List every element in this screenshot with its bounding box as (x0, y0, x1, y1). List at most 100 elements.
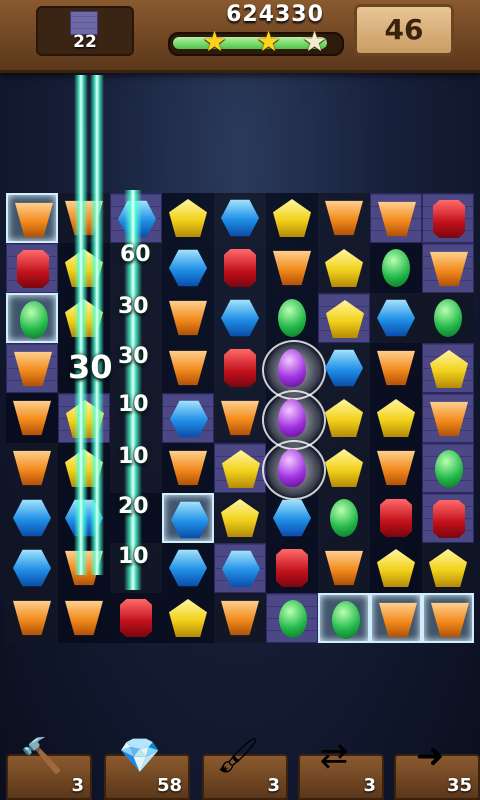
board-cell[interactable] (370, 293, 422, 343)
board-cell[interactable] (370, 243, 422, 293)
board-cell[interactable] (110, 543, 162, 593)
board-cell[interactable] (162, 393, 214, 443)
board-cell[interactable] (162, 493, 214, 543)
board-cell[interactable] (422, 593, 474, 643)
board-cell[interactable] (110, 343, 162, 393)
hammer-booster[interactable]: 🔨 3 (6, 736, 92, 800)
board-cell[interactable] (266, 493, 318, 543)
star-icon: ★ (302, 25, 328, 58)
board-cell[interactable] (266, 193, 318, 243)
board-cell[interactable] (318, 543, 370, 593)
board-cell[interactable] (214, 443, 266, 493)
amber-gem-icon (65, 600, 103, 636)
board-cell[interactable] (422, 293, 474, 343)
sapphire-gem-icon (325, 349, 363, 387)
amber-gem-icon (169, 450, 207, 486)
board-cell[interactable] (162, 293, 214, 343)
board-cell[interactable] (58, 393, 110, 443)
extra-moves-booster[interactable]: ➜ 35 (394, 736, 480, 800)
board-cell[interactable] (266, 593, 318, 643)
board-cell[interactable] (162, 343, 214, 393)
board-cell[interactable] (422, 343, 474, 393)
rainbow-gem-booster[interactable]: 💎 58 (104, 736, 190, 800)
board-cell[interactable] (370, 393, 422, 443)
board-cell[interactable] (214, 493, 266, 543)
board-cell[interactable] (370, 593, 422, 643)
board-cell[interactable] (58, 193, 110, 243)
emerald-gem-icon (434, 299, 462, 337)
board-cell[interactable] (370, 493, 422, 543)
board-cell[interactable] (6, 193, 58, 243)
board-cell[interactable] (6, 593, 58, 643)
board-cell[interactable] (422, 243, 474, 293)
board-cell[interactable] (110, 593, 162, 643)
board-cell[interactable] (6, 393, 58, 443)
board-cell[interactable] (266, 243, 318, 293)
board-cell[interactable] (266, 293, 318, 343)
board-cell[interactable] (370, 193, 422, 243)
board-cell[interactable] (262, 390, 326, 450)
board-cell[interactable] (370, 443, 422, 493)
board-cell[interactable] (318, 293, 370, 343)
amber-gem-icon (325, 200, 363, 236)
board-cell[interactable] (110, 293, 162, 343)
board-cell[interactable] (162, 193, 214, 243)
board-cell[interactable] (6, 293, 58, 343)
board-cell[interactable] (318, 243, 370, 293)
board-cell[interactable] (58, 293, 110, 343)
booster-count: 3 (363, 775, 376, 796)
board-cell[interactable] (110, 443, 162, 493)
board-cell[interactable] (214, 393, 266, 443)
board-cell[interactable] (266, 543, 318, 593)
topaz-gem-icon (326, 300, 364, 338)
board-cell[interactable] (370, 343, 422, 393)
star-icon: ★ (202, 25, 228, 58)
board-cell[interactable] (422, 443, 474, 493)
board-cell[interactable] (58, 443, 110, 493)
board-cell[interactable] (162, 443, 214, 493)
board-cell[interactable] (262, 340, 326, 400)
board-cell[interactable] (214, 293, 266, 343)
board-cell[interactable] (214, 593, 266, 643)
board-cell[interactable] (6, 343, 58, 393)
board-cell[interactable] (214, 193, 266, 243)
board-cell[interactable] (110, 393, 162, 443)
board-cell[interactable] (6, 243, 58, 293)
brush-booster[interactable]: 🖌 3 (202, 736, 288, 800)
board-cell[interactable] (58, 493, 110, 543)
board-cell[interactable] (58, 543, 110, 593)
board-cell[interactable] (6, 493, 58, 543)
board-cell[interactable] (262, 440, 326, 500)
board-cell[interactable] (422, 393, 474, 443)
board-cell[interactable] (110, 243, 162, 293)
board-cell[interactable] (370, 543, 422, 593)
board-cell[interactable] (58, 593, 110, 643)
board-cell[interactable] (58, 343, 110, 393)
board-cell[interactable] (422, 493, 474, 543)
board-cell[interactable] (318, 493, 370, 543)
board-cell[interactable] (422, 193, 474, 243)
board-cell[interactable] (58, 243, 110, 293)
board-cell[interactable] (214, 543, 266, 593)
amber-gem-icon (430, 251, 468, 287)
swap-booster[interactable]: ⇄ 3 (298, 736, 384, 800)
board-cell[interactable] (162, 593, 214, 643)
amber-gem-icon (430, 401, 468, 437)
score-progress-bar: ★ ★ ★ (168, 28, 344, 56)
board-cell[interactable] (214, 343, 266, 393)
board-cell[interactable] (162, 243, 214, 293)
board-cell[interactable] (214, 243, 266, 293)
board-cell[interactable] (162, 543, 214, 593)
board-cell[interactable] (318, 343, 370, 393)
board-cell[interactable] (6, 443, 58, 493)
amber-gem-icon (13, 600, 51, 636)
board-cell[interactable] (318, 443, 370, 493)
ruby-gem-icon (224, 349, 256, 387)
board-cell[interactable] (110, 193, 162, 243)
board-cell[interactable] (318, 193, 370, 243)
board-cell[interactable] (422, 543, 474, 593)
board-cell[interactable] (6, 543, 58, 593)
board-cell[interactable] (318, 593, 370, 643)
board-cell[interactable] (318, 393, 370, 443)
board-cell[interactable] (110, 493, 162, 543)
